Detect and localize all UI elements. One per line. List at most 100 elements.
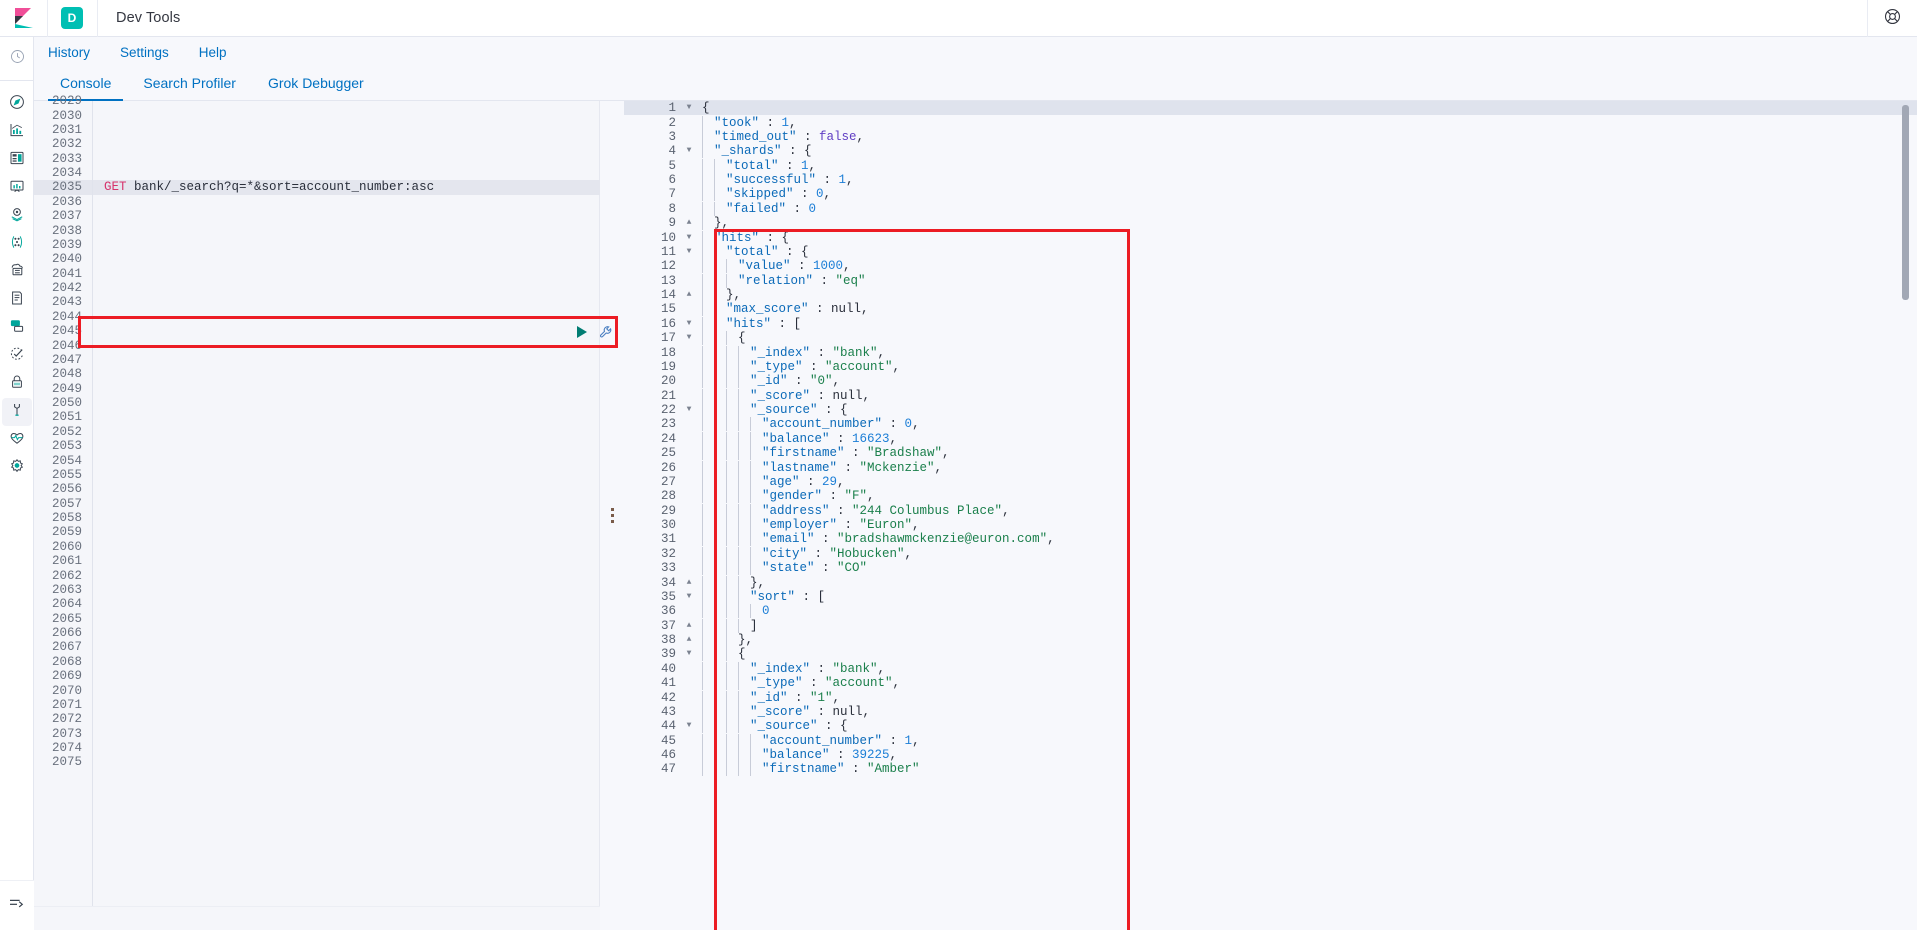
request-line[interactable]: 2056 [34, 482, 600, 496]
fold-collapse-icon[interactable]: ▼ [682, 403, 696, 417]
response-line[interactable]: 43"_score" : null, [624, 705, 1917, 719]
response-line[interactable]: 30"employer" : "Euron", [624, 518, 1917, 532]
fold-collapse-icon[interactable]: ▼ [682, 590, 696, 604]
response-line[interactable]: 8"failed" : 0 [624, 202, 1917, 216]
request-line[interactable]: 2067 [34, 640, 600, 654]
response-line[interactable]: 31"email" : "bradshawmckenzie@euron.com"… [624, 532, 1917, 546]
request-line[interactable]: 2055 [34, 468, 600, 482]
fold-collapse-icon[interactable]: ▼ [682, 719, 696, 733]
request-line[interactable]: 2051 [34, 410, 600, 424]
response-line[interactable]: 33"state" : "CO" [624, 561, 1917, 575]
response-line[interactable]: 34▲}, [624, 575, 1917, 589]
request-line[interactable]: 2060 [34, 540, 600, 554]
response-line[interactable]: 6"successful" : 1, [624, 173, 1917, 187]
sidebar-item-dev-tools[interactable] [0, 398, 34, 426]
request-line[interactable]: 2036 [34, 195, 600, 209]
fold-collapse-icon[interactable]: ▼ [682, 647, 696, 661]
panel-resize-handle[interactable] [600, 101, 624, 930]
sidebar-item-apm[interactable] [0, 314, 34, 342]
sidebar-item-logs[interactable] [0, 286, 34, 314]
send-request-button[interactable] [572, 322, 592, 342]
request-editor-panel[interactable]: 2029203020312032203320342035GET bank/_se… [34, 101, 600, 930]
kibana-logo-icon[interactable] [0, 0, 48, 37]
request-line[interactable]: 2032 [34, 137, 600, 151]
response-line[interactable]: 25"firstname" : "Bradshaw", [624, 446, 1917, 460]
response-line[interactable]: 40"_index" : "bank", [624, 662, 1917, 676]
response-line[interactable]: 32"city" : "Hobucken", [624, 547, 1917, 561]
sidebar-item-canvas[interactable] [0, 174, 34, 202]
response-line[interactable]: 39▼{ [624, 647, 1917, 661]
response-line[interactable]: 46"balance" : 39225, [624, 748, 1917, 762]
request-line[interactable]: 2061 [34, 554, 600, 568]
request-line[interactable]: 2075 [34, 755, 600, 769]
request-line[interactable]: 2050 [34, 396, 600, 410]
response-line[interactable]: 22▼"_source" : { [624, 403, 1917, 417]
request-line[interactable]: 2044 [34, 310, 600, 324]
fold-collapse-icon[interactable]: ▼ [682, 331, 696, 345]
subnav-item-history[interactable]: History [44, 43, 94, 62]
subnav-item-help[interactable]: Help [195, 43, 231, 62]
sidebar-item-dashboard[interactable] [0, 146, 34, 174]
help-lifebuoy-icon[interactable] [1884, 8, 1901, 30]
sidebar-item-uptime[interactable] [0, 342, 34, 370]
sidebar-item-monitoring[interactable] [0, 426, 34, 454]
response-line[interactable]: 13"relation" : "eq" [624, 274, 1917, 288]
sidebar-item-management[interactable] [0, 454, 34, 482]
fold-collapse-icon[interactable]: ▼ [682, 101, 696, 115]
response-line[interactable]: 5"total" : 1, [624, 159, 1917, 173]
response-line[interactable]: 19"_type" : "account", [624, 360, 1917, 374]
fold-collapse-icon[interactable]: ▼ [682, 231, 696, 245]
response-line[interactable]: 28"gender" : "F", [624, 489, 1917, 503]
response-line[interactable]: 7"skipped" : 0, [624, 187, 1917, 201]
request-line[interactable]: 2033 [34, 152, 600, 166]
response-line[interactable]: 35▼"sort" : [ [624, 590, 1917, 604]
response-line[interactable]: 17▼{ [624, 331, 1917, 345]
request-line[interactable]: 2063 [34, 583, 600, 597]
response-line[interactable]: 41"_type" : "account", [624, 676, 1917, 690]
response-line[interactable]: 1▼{ [624, 101, 1917, 115]
response-line[interactable]: 3"timed_out" : false, [624, 130, 1917, 144]
request-line[interactable]: 2070 [34, 683, 600, 697]
request-line[interactable]: 2074 [34, 741, 600, 755]
request-line[interactable]: 2053 [34, 439, 600, 453]
request-line[interactable]: 2071 [34, 698, 600, 712]
request-line[interactable]: 2048 [34, 367, 600, 381]
request-line[interactable]: 2059 [34, 525, 600, 539]
sidebar-item-maps[interactable] [0, 202, 34, 230]
response-line[interactable]: 27"age" : 29, [624, 475, 1917, 489]
response-line[interactable]: 16▼"hits" : [ [624, 317, 1917, 331]
request-line[interactable]: 2069 [34, 669, 600, 683]
request-line[interactable]: 2064 [34, 597, 600, 611]
request-line[interactable]: 2073 [34, 727, 600, 741]
request-line[interactable]: 2037 [34, 209, 600, 223]
request-line[interactable]: 2031 [34, 123, 600, 137]
sidebar-item-machine-learning[interactable] [0, 230, 34, 258]
response-line[interactable]: 47"firstname" : "Amber" [624, 762, 1917, 776]
response-line[interactable]: 14▲}, [624, 288, 1917, 302]
response-line[interactable]: 45"account_number" : 1, [624, 734, 1917, 748]
response-line[interactable]: 15"max_score" : null, [624, 302, 1917, 316]
sidebar-item-visualize[interactable] [0, 118, 34, 146]
request-line[interactable]: 2041 [34, 267, 600, 281]
request-line[interactable]: 2038 [34, 223, 600, 237]
request-line[interactable]: 2065 [34, 612, 600, 626]
response-panel[interactable]: 1▼{2"took" : 1,3"timed_out" : false,4▼"_… [624, 101, 1917, 930]
response-line[interactable]: 23"account_number" : 0, [624, 417, 1917, 431]
response-editor-lines[interactable]: 1▼{2"took" : 1,3"timed_out" : false,4▼"_… [624, 101, 1917, 930]
fold-collapse-icon[interactable]: ▼ [682, 317, 696, 331]
sidebar-item-infrastructure[interactable] [0, 258, 34, 286]
response-line[interactable]: 9▲}, [624, 216, 1917, 230]
fold-expand-icon[interactable]: ▲ [682, 619, 696, 633]
response-line[interactable]: 29"address" : "244 Columbus Place", [624, 504, 1917, 518]
response-line[interactable]: 24"balance" : 16623, [624, 432, 1917, 446]
request-line[interactable]: 2052 [34, 425, 600, 439]
request-line[interactable]: 2030 [34, 108, 600, 122]
request-line[interactable]: 2047 [34, 353, 600, 367]
request-line[interactable]: 2049 [34, 382, 600, 396]
response-line[interactable]: 12"value" : 1000, [624, 259, 1917, 273]
request-line[interactable]: 2043 [34, 295, 600, 309]
request-line[interactable]: 2040 [34, 252, 600, 266]
response-line[interactable]: 26"lastname" : "Mckenzie", [624, 460, 1917, 474]
response-vscroll-thumb[interactable] [1902, 105, 1909, 300]
request-line[interactable]: 2066 [34, 626, 600, 640]
